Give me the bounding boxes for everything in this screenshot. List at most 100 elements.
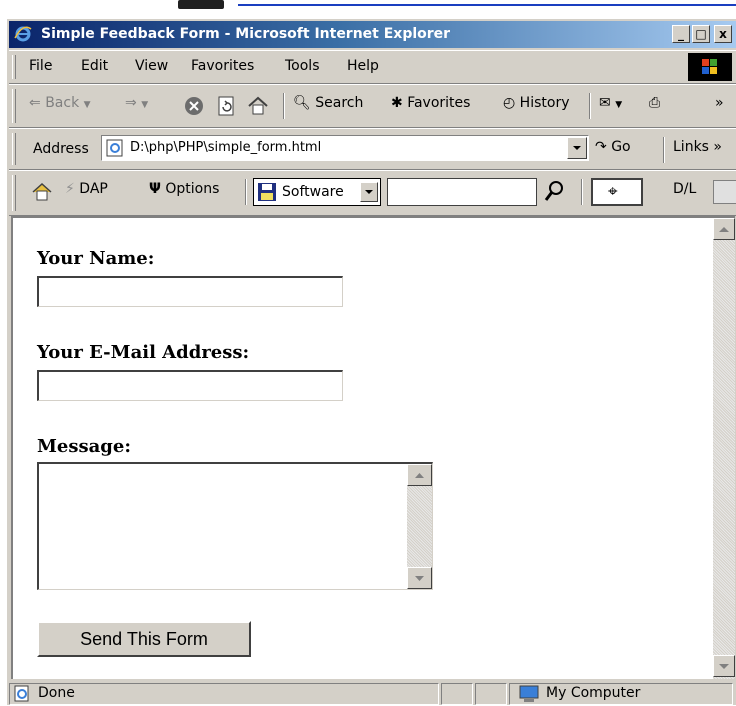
status-panel: Done <box>9 683 439 705</box>
heading-fragment <box>178 0 224 9</box>
stop-button[interactable] <box>183 95 205 117</box>
move-icon: ⌖ <box>608 182 618 202</box>
toolbar-grip[interactable] <box>12 89 16 123</box>
status-panel <box>475 683 507 705</box>
go-button[interactable]: ↷ Go <box>595 139 631 155</box>
refresh-button[interactable] <box>215 95 237 117</box>
search-button[interactable]: 🔍︎ Search <box>293 95 363 111</box>
arrow-up-icon <box>415 473 424 478</box>
dap-button[interactable]: ⚡︎ DAP <box>65 181 108 197</box>
address-input[interactable]: D:\php\PHP\simple_form.html <box>101 135 589 161</box>
refresh-icon <box>218 96 234 116</box>
toolbar-search-input[interactable] <box>387 178 537 206</box>
chevron-down-icon <box>365 190 373 194</box>
maximize-button[interactable]: □ <box>692 25 710 43</box>
toolbar-overflow-chevron[interactable]: » <box>715 95 724 111</box>
mail-icon: ✉ <box>599 95 611 111</box>
address-value: D:\php\PHP\simple_form.html <box>130 140 322 155</box>
toolbar-separator <box>663 137 665 163</box>
status-panel <box>441 683 473 705</box>
textarea-scroll-up-button[interactable] <box>407 464 432 486</box>
links-button[interactable]: Links » <box>673 139 722 155</box>
address-bar: Address D:\php\PHP\simple_form.html ↷ Go… <box>9 128 736 170</box>
chevron-down-icon: ▼ <box>83 100 91 110</box>
menu-view[interactable]: View <box>135 58 168 74</box>
send-form-button[interactable]: Send This Form <box>37 621 251 657</box>
history-icon: ◴ <box>503 95 516 111</box>
textarea-scroll-down-button[interactable] <box>407 567 432 589</box>
move-tool-button[interactable]: ⌖ <box>591 178 643 206</box>
arrow-up-icon <box>719 227 729 232</box>
toolbar-search-button[interactable] <box>543 179 565 207</box>
menu-favorites[interactable]: Favorites <box>191 58 254 74</box>
toolbar-grip[interactable] <box>12 175 16 211</box>
history-button[interactable]: ◴ History <box>503 95 569 111</box>
print-button[interactable]: ⎙ <box>649 95 660 111</box>
zone-panel: My Computer <box>509 683 733 705</box>
window-title: Simple Feedback Form - Microsoft Interne… <box>41 26 451 42</box>
menu-tools[interactable]: Tools <box>285 58 320 74</box>
menu-file[interactable]: File <box>29 58 52 74</box>
favorites-icon: ✱ <box>391 95 403 111</box>
back-arrow-icon: ⇐ <box>29 95 41 111</box>
chevron-down-icon: ▼ <box>141 100 149 110</box>
minimize-button[interactable]: _ <box>672 25 690 43</box>
software-select[interactable]: Software <box>253 178 381 206</box>
menu-edit[interactable]: Edit <box>81 58 108 74</box>
options-icon: Ψ <box>149 181 161 197</box>
zone-text: My Computer <box>546 685 641 701</box>
toolbar-grip[interactable] <box>12 55 16 79</box>
status-bar: Done My Computer <box>9 681 735 706</box>
chevron-down-icon: ▼ <box>615 100 623 110</box>
home-link-button[interactable] <box>31 181 53 203</box>
page-scroll-up-button[interactable] <box>713 218 735 240</box>
go-arrow-icon: ↷ <box>595 139 607 155</box>
page-scroll-down-button[interactable] <box>713 655 735 677</box>
toolbar-separator <box>245 179 247 205</box>
floppy-icon <box>258 183 276 201</box>
printer-icon: ⎙ <box>649 95 661 111</box>
email-label: Your E-Mail Address: <box>37 342 250 363</box>
custom-toolbar: ⚡︎ DAP Ψ Options Software ⌖ D/L <box>9 170 736 216</box>
dl-button[interactable]: D/L <box>673 181 696 197</box>
windows-flag-icon <box>702 59 717 74</box>
name-input[interactable] <box>37 276 343 307</box>
home-icon <box>248 96 268 115</box>
toolbar-overflow-box[interactable] <box>713 180 736 204</box>
status-text: Done <box>38 685 75 701</box>
textarea-scrollbar[interactable] <box>407 464 432 589</box>
chevron-down-icon <box>573 146 581 150</box>
address-dropdown-button[interactable] <box>567 137 587 159</box>
menu-bar: File Edit View Favorites Tools Help <box>9 50 736 84</box>
home-button[interactable] <box>247 95 269 117</box>
toolbar-separator <box>581 179 583 205</box>
arrow-down-icon <box>719 664 729 669</box>
software-dropdown-button[interactable] <box>360 182 378 202</box>
message-textarea[interactable] <box>37 462 433 590</box>
close-button[interactable]: x <box>714 25 732 43</box>
computer-icon <box>519 685 539 702</box>
options-button[interactable]: Ψ Options <box>149 181 219 197</box>
forward-arrow-icon: ⇒ <box>125 95 137 111</box>
ie-logo-icon <box>14 26 32 42</box>
page-icon <box>106 139 123 157</box>
back-button[interactable]: ⇐ Back ▼ <box>29 95 91 111</box>
standard-toolbar: ⇐ Back ▼ ⇒ ▼ 🔍︎ Search ✱ Favorites ◴ His… <box>9 84 736 128</box>
address-label: Address <box>33 141 89 157</box>
forward-button[interactable]: ⇒ ▼ <box>125 95 148 111</box>
search-icon: 🔍︎ <box>293 95 311 111</box>
email-input[interactable] <box>37 370 343 401</box>
page-content: Your Name: Your E-Mail Address: Message:… <box>11 216 713 679</box>
search-icon <box>544 181 563 201</box>
menu-help[interactable]: Help <box>347 58 379 74</box>
toolbar-grip[interactable] <box>12 133 16 165</box>
lightning-icon: ⚡︎ <box>65 181 75 197</box>
name-label: Your Name: <box>37 248 155 269</box>
message-label: Message: <box>37 436 131 457</box>
favorites-button[interactable]: ✱ Favorites <box>391 95 470 111</box>
page-scrollbar[interactable] <box>713 216 735 679</box>
home-icon <box>32 182 52 201</box>
link-underline <box>238 4 736 6</box>
title-bar[interactable]: Simple Feedback Form - Microsoft Interne… <box>9 21 736 48</box>
mail-button[interactable]: ✉ ▼ <box>599 95 622 111</box>
